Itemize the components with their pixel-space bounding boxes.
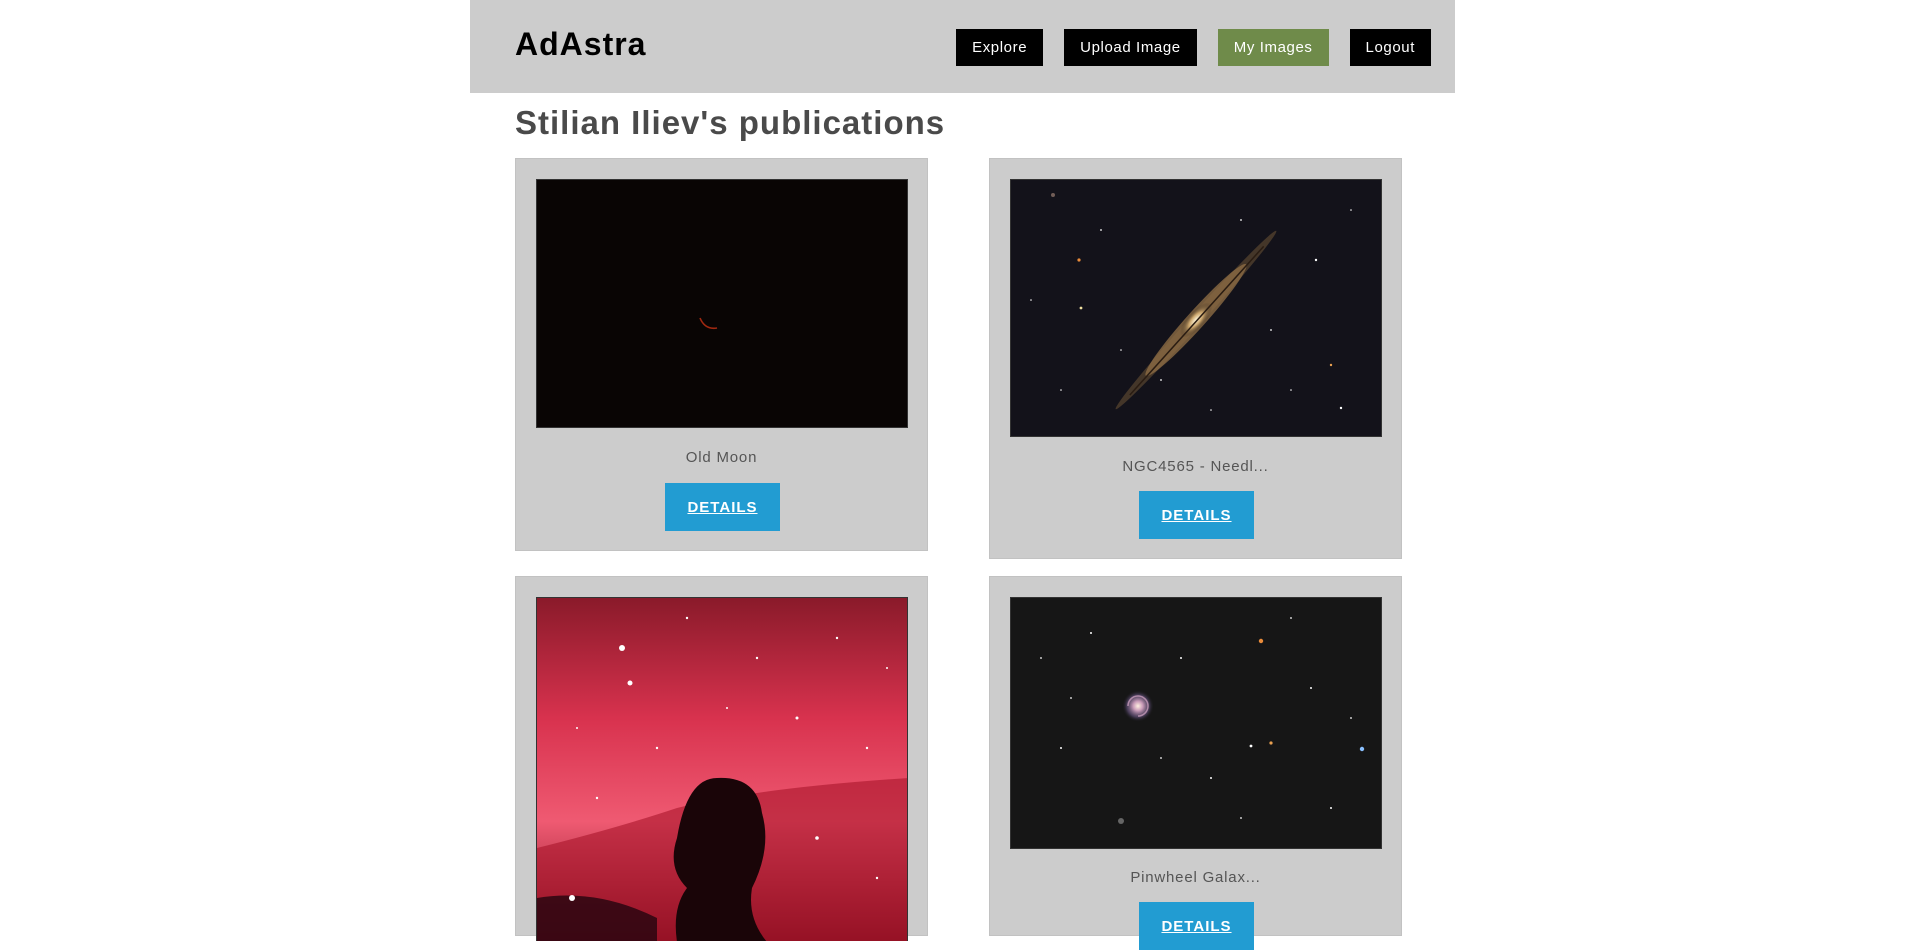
- publication-image[interactable]: [1010, 179, 1382, 437]
- my-images-button[interactable]: My Images: [1217, 29, 1329, 66]
- publication-title: NGC4565 - Needl...: [1122, 458, 1269, 475]
- explore-button[interactable]: Explore: [956, 29, 1044, 66]
- upload-image-button[interactable]: Upload Image: [1064, 29, 1197, 66]
- publication-card: [515, 576, 928, 941]
- publication-card: NGC4565 - Needl... DETAILS: [989, 158, 1402, 559]
- site-header: AdAstra Explore Upload Image My Images L…: [470, 0, 1455, 93]
- main-nav: Explore Upload Image My Images Logout: [956, 29, 1431, 66]
- page-title: Stilian Iliev's publications: [515, 104, 946, 141]
- publication-card: Old Moon DETAILS: [515, 158, 928, 551]
- publication-title: Old Moon: [685, 449, 758, 466]
- details-button[interactable]: DETAILS: [665, 483, 780, 531]
- details-button[interactable]: DETAILS: [1139, 491, 1254, 539]
- publication-title: Pinwheel Galax...: [1130, 869, 1261, 886]
- details-button[interactable]: DETAILS: [1139, 902, 1254, 950]
- site-logo[interactable]: AdAstra: [515, 26, 646, 63]
- logout-button[interactable]: Logout: [1349, 29, 1431, 66]
- publication-image[interactable]: [1010, 597, 1382, 849]
- publication-image[interactable]: [536, 597, 908, 941]
- publication-card: Pinwheel Galax... DETAILS: [989, 576, 1402, 950]
- publication-image[interactable]: [536, 179, 908, 428]
